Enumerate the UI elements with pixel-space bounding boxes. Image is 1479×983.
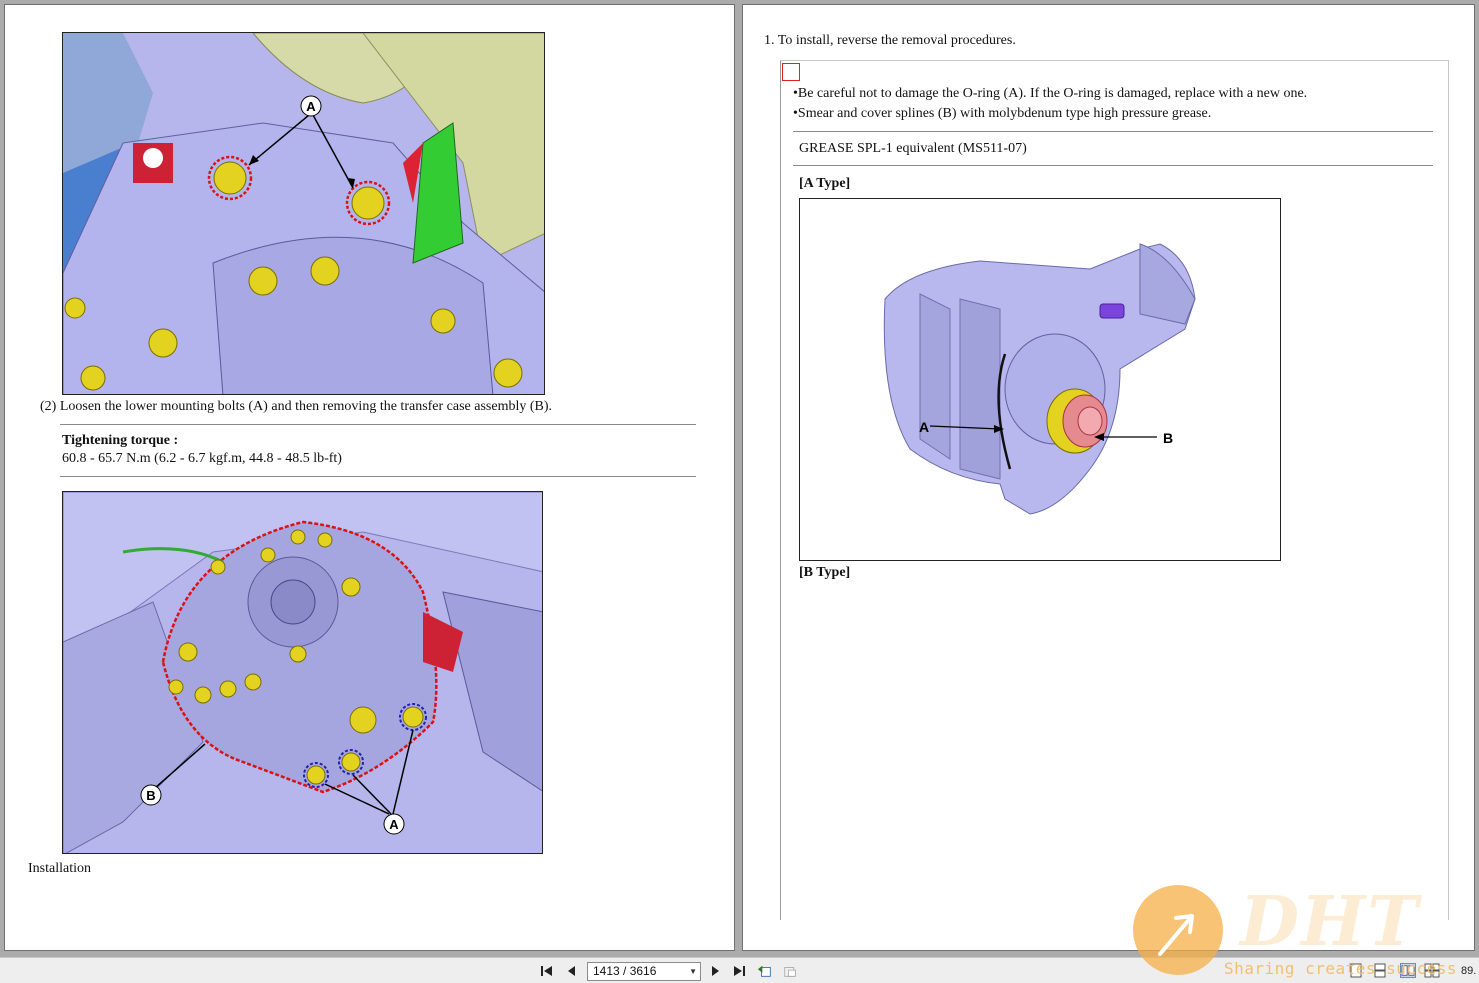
previous-view-icon[interactable]	[757, 963, 773, 979]
first-page-button[interactable]	[539, 963, 555, 979]
caution-icon	[782, 63, 800, 81]
step-1-text: 1. To install, reverse the removal proce…	[764, 33, 1016, 48]
figure-lower-mounting-bolts: A B	[62, 491, 543, 854]
right-page: 1. To install, reverse the removal proce…	[742, 4, 1475, 951]
chevron-down-icon[interactable]: ▼	[689, 963, 697, 980]
transfer-case-upper-illustration: A	[63, 33, 544, 394]
grease-spec: GREASE SPL-1 equivalent (MS511-07)	[799, 141, 1027, 156]
divider	[793, 131, 1433, 132]
torque-label: Tightening torque :	[62, 433, 179, 448]
page-indicator: 1413 / 3616	[593, 964, 657, 978]
page-number-field[interactable]: 1413 / 3616 ▼	[587, 962, 701, 981]
single-page-view-icon[interactable]	[1348, 963, 1364, 978]
a-type-transfer-case-illustration: A B	[800, 199, 1280, 560]
continuous-facing-view-icon[interactable]	[1424, 963, 1440, 978]
note-splines: •Smear and cover splines (B) with molybd…	[793, 106, 1212, 121]
fig2-label-a: A	[389, 817, 399, 832]
installation-heading: Installation	[28, 861, 91, 876]
previous-page-button[interactable]	[564, 963, 580, 979]
zoom-level[interactable]: 89.	[1461, 965, 1476, 977]
next-page-button[interactable]	[707, 963, 723, 979]
note-oring: •Be careful not to damage the O-ring (A)…	[793, 86, 1308, 101]
document-viewer[interactable]: A (2) Loosen the lower mounting bolts (A…	[0, 0, 1479, 957]
a-type-heading: [A Type]	[799, 176, 851, 191]
divider	[793, 165, 1433, 166]
figure-upper-mounting-bolts: A	[62, 32, 545, 395]
left-page: A (2) Loosen the lower mounting bolts (A…	[4, 4, 735, 951]
fig2-label-b: B	[146, 788, 155, 803]
b-type-heading: [B Type]	[799, 565, 851, 580]
last-page-button[interactable]	[731, 963, 747, 979]
fig3-label-b: B	[1163, 430, 1173, 446]
divider	[60, 476, 696, 477]
viewer-toolbar: 1413 / 3616 ▼ 89.	[0, 957, 1479, 983]
next-view-icon[interactable]	[783, 963, 799, 979]
figure-a-type-transfer-case: A B	[799, 198, 1281, 561]
torque-value: 60.8 - 65.7 N.m (6.2 - 6.7 kgf.m, 44.8 -…	[62, 451, 342, 466]
facing-view-icon[interactable]	[1400, 963, 1416, 978]
step-2-text: (2) Loosen the lower mounting bolts (A) …	[40, 399, 553, 414]
continuous-view-icon[interactable]	[1372, 963, 1388, 978]
transfer-case-lower-illustration: A B	[63, 492, 542, 853]
divider	[60, 424, 696, 425]
fig3-label-a: A	[919, 419, 929, 435]
fig1-label-a: A	[306, 99, 316, 114]
